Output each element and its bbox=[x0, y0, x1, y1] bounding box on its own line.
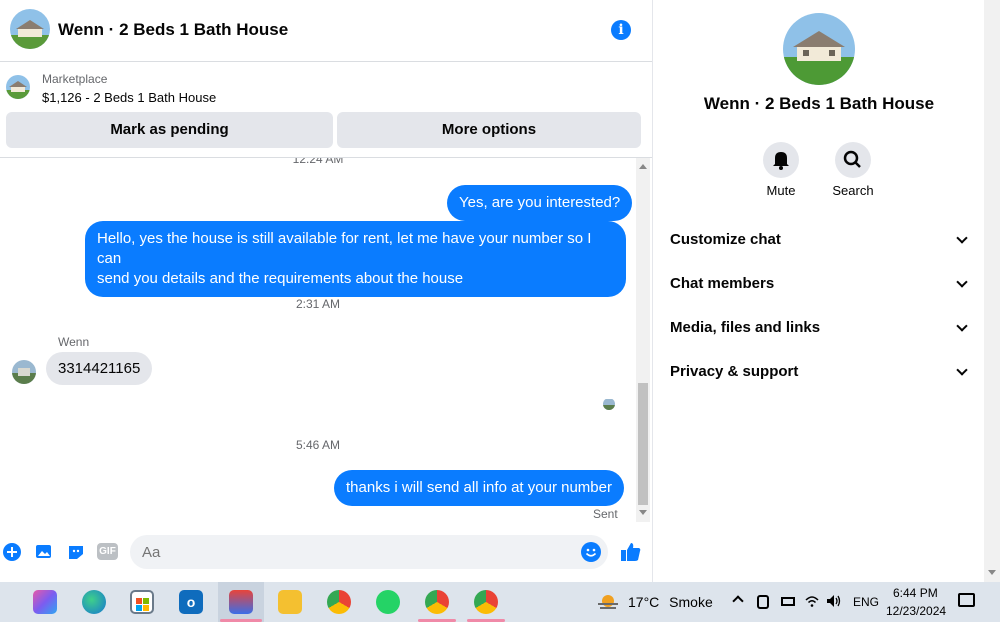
chat-title: Wenn · 2 Beds 1 Bath House bbox=[58, 20, 289, 39]
battery-icon[interactable] bbox=[781, 597, 795, 606]
profile-avatar[interactable] bbox=[783, 13, 855, 85]
timestamp: 2:31 AM bbox=[295, 297, 341, 311]
message-list: 12:24 AM Yes, are you interested? Hello,… bbox=[0, 158, 636, 522]
copilot-icon[interactable] bbox=[33, 590, 57, 614]
chevron-up-icon[interactable] bbox=[732, 595, 744, 607]
outlook-icon[interactable]: o bbox=[179, 590, 203, 614]
photo-icon[interactable] bbox=[34, 542, 54, 562]
info-icon[interactable]: i bbox=[611, 20, 631, 40]
chrome-profile-icon[interactable] bbox=[425, 590, 449, 614]
marketplace-label: Marketplace bbox=[42, 72, 108, 86]
chevron-down-icon bbox=[956, 320, 968, 332]
plus-icon[interactable] bbox=[2, 542, 22, 562]
edge-icon[interactable] bbox=[82, 590, 106, 614]
message-incoming[interactable]: 3314421165 bbox=[46, 352, 153, 385]
search-button[interactable] bbox=[835, 142, 871, 178]
section-label: Customize chat bbox=[670, 231, 781, 248]
message-line: Hello, yes the house is still available … bbox=[97, 230, 592, 267]
chevron-down-icon bbox=[956, 232, 968, 244]
scroll-down-icon[interactable] bbox=[988, 570, 996, 575]
message-input[interactable] bbox=[130, 535, 608, 569]
conversation-details-panel: Wenn · 2 Beds 1 Bath House Mute Search C… bbox=[654, 0, 984, 582]
weather-icon[interactable] bbox=[596, 592, 620, 612]
scroll-up-icon[interactable] bbox=[639, 164, 647, 169]
weather-widget[interactable]: 17°C Smoke bbox=[628, 594, 713, 610]
chat-pane: Wenn · 2 Beds 1 Bath House i Marketplace… bbox=[0, 0, 653, 582]
chrome-icon[interactable] bbox=[327, 590, 351, 614]
language-indicator[interactable]: ENG bbox=[853, 595, 879, 609]
scroll-thumb[interactable] bbox=[638, 383, 648, 505]
timestamp: 12:24 AM bbox=[292, 158, 344, 166]
snipping-tool-icon[interactable] bbox=[229, 590, 253, 614]
sender-avatar[interactable] bbox=[12, 360, 36, 384]
profile-title: Wenn · 2 Beds 1 Bath House bbox=[703, 94, 935, 113]
message-outgoing[interactable]: thanks i will send all info at your numb… bbox=[334, 470, 624, 506]
mute-button[interactable] bbox=[763, 142, 799, 178]
section-media-files-links[interactable]: Media, files and links bbox=[670, 319, 970, 336]
more-options-button[interactable]: More options bbox=[337, 112, 641, 148]
bell-icon bbox=[773, 152, 789, 170]
emoji-icon[interactable] bbox=[581, 542, 601, 562]
timestamp: 5:46 AM bbox=[295, 438, 341, 452]
store-icon[interactable] bbox=[130, 590, 154, 614]
clock-time[interactable]: 6:44 PM bbox=[893, 586, 938, 600]
message-line: send you details and the requirements ab… bbox=[97, 270, 464, 287]
message-outgoing[interactable]: Yes, are you interested? bbox=[447, 185, 633, 221]
section-label: Chat members bbox=[670, 275, 775, 292]
marketplace-banner: Marketplace $1,126 - 2 Beds 1 Bath House… bbox=[0, 62, 652, 158]
wifi-icon[interactable] bbox=[805, 594, 819, 608]
section-customize-chat[interactable]: Customize chat bbox=[670, 231, 970, 248]
messenger-window: Wenn · 2 Beds 1 Bath House i Marketplace… bbox=[0, 0, 1000, 582]
message-status: Sent bbox=[593, 507, 618, 521]
file-explorer-icon[interactable] bbox=[278, 590, 302, 614]
notifications-icon[interactable] bbox=[958, 593, 975, 607]
sticker-icon[interactable] bbox=[66, 542, 86, 562]
like-icon[interactable] bbox=[619, 540, 643, 564]
section-label: Media, files and links bbox=[670, 319, 821, 336]
chevron-down-icon bbox=[956, 364, 968, 376]
meet-now-icon[interactable] bbox=[757, 595, 769, 609]
chevron-down-icon bbox=[956, 276, 968, 288]
read-receipt-avatar bbox=[603, 398, 615, 410]
weather-temp: 17°C bbox=[628, 594, 660, 610]
scroll-down-icon[interactable] bbox=[639, 510, 647, 515]
composer: GIF bbox=[0, 530, 653, 574]
listing-thumbnail bbox=[6, 75, 30, 99]
volume-icon[interactable] bbox=[826, 594, 842, 608]
listing-price-title[interactable]: $1,126 - 2 Beds 1 Bath House bbox=[42, 90, 216, 105]
sender-name: Wenn bbox=[58, 335, 90, 349]
chrome-profile-icon[interactable] bbox=[474, 590, 498, 614]
whatsapp-icon[interactable] bbox=[376, 590, 400, 614]
clock-date[interactable]: 12/23/2024 bbox=[886, 604, 946, 618]
mute-label: Mute bbox=[766, 183, 796, 198]
weather-condition: Smoke bbox=[669, 594, 713, 610]
message-outgoing[interactable]: Hello, yes the house is still available … bbox=[85, 221, 626, 297]
gif-button[interactable]: GIF bbox=[97, 543, 118, 560]
section-privacy-support[interactable]: Privacy & support bbox=[670, 363, 970, 380]
chat-scrollbar[interactable] bbox=[636, 158, 650, 522]
search-label: Search bbox=[832, 183, 874, 198]
chat-header: Wenn · 2 Beds 1 Bath House i bbox=[0, 0, 652, 62]
mark-pending-button[interactable]: Mark as pending bbox=[6, 112, 333, 148]
section-chat-members[interactable]: Chat members bbox=[670, 275, 970, 292]
windows-taskbar: o 17°C Smoke ENG 6:44 PM 12/23/2024 bbox=[0, 582, 1000, 622]
listing-avatar[interactable] bbox=[10, 9, 50, 49]
page-scrollbar[interactable] bbox=[984, 0, 1000, 582]
section-label: Privacy & support bbox=[670, 363, 799, 380]
search-icon bbox=[843, 150, 861, 168]
